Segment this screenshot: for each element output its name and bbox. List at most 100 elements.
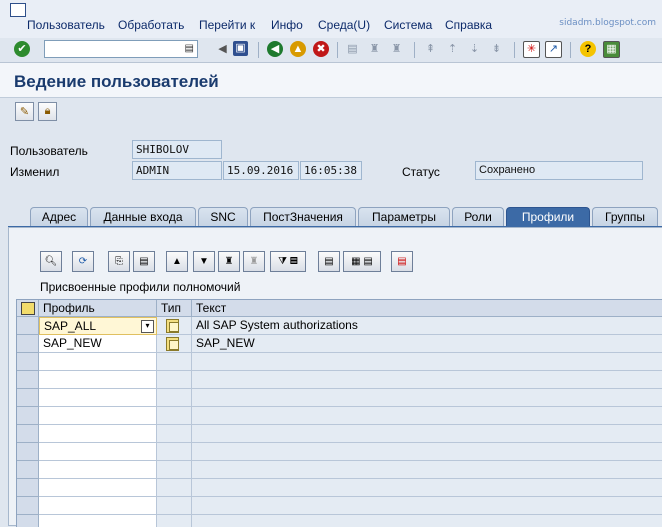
menu-goto[interactable]: Перейти к: [199, 18, 255, 32]
value-help-icon[interactable]: ▾: [141, 320, 154, 333]
cancel-icon[interactable]: ✖: [313, 41, 329, 57]
tab-defaults[interactable]: ПостЗначения: [250, 207, 356, 227]
column-header-text[interactable]: Текст: [192, 300, 662, 317]
toolbar-separator: [414, 42, 415, 58]
row-selector[interactable]: [17, 407, 39, 425]
toolbar-separator: [514, 42, 515, 58]
detail-icon[interactable]: 🔍︎: [40, 251, 62, 272]
toolbar-separator: [337, 42, 338, 58]
export-icon[interactable]: ▦ ▤: [343, 251, 381, 272]
standard-toolbar: ✔ ▤ ◀ ▣ ◀ ▲ ✖ ▤ ♜ ♜ ⇞ ⇡ ⇣ ⇟ ✳ ↗ ? ▦: [0, 38, 662, 63]
title-bar: Ведение пользователей: [0, 63, 662, 98]
profile-type-icon: [166, 337, 179, 351]
menu-environment[interactable]: Среда(U): [318, 18, 370, 32]
row-selector[interactable]: [17, 353, 39, 371]
row-selector[interactable]: [17, 461, 39, 479]
cell-profile[interactable]: [39, 443, 157, 461]
command-field[interactable]: ▤: [44, 40, 198, 58]
menu-user[interactable]: Пользователь: [27, 18, 105, 32]
filter-icon[interactable]: ⧩ ▤: [270, 251, 306, 272]
system-menu-icon[interactable]: [10, 3, 26, 17]
tab-roles[interactable]: Роли: [452, 207, 504, 227]
copy-icon[interactable]: ⎘: [108, 251, 130, 272]
column-header-profile[interactable]: Профиль: [39, 300, 157, 317]
application-toolbar: ✎ 🔒︎: [0, 98, 662, 126]
tab-parameters[interactable]: Параметры: [358, 207, 450, 227]
cell-type: [157, 443, 192, 461]
menu-help[interactable]: Справка: [445, 18, 492, 32]
find-next-icon: ♜: [391, 43, 402, 55]
grid-title: Присвоенные профили полномочий: [40, 280, 241, 294]
row-selector[interactable]: [17, 425, 39, 443]
row-selector[interactable]: [17, 443, 39, 461]
cell-profile[interactable]: [39, 371, 157, 389]
cell-profile[interactable]: [39, 515, 157, 527]
cell-profile[interactable]: [39, 425, 157, 443]
cell-text: All SAP System authorizations: [192, 317, 662, 335]
cell-text: SAP_NEW: [192, 335, 662, 353]
cell-type: [157, 335, 192, 353]
cell-profile[interactable]: [39, 479, 157, 497]
exit-icon[interactable]: ▲: [290, 41, 306, 57]
menu-info[interactable]: Инфо: [271, 18, 303, 32]
row-selector[interactable]: [17, 515, 39, 527]
row-selector[interactable]: [17, 335, 39, 353]
cell-profile[interactable]: [39, 389, 157, 407]
row-selector[interactable]: [17, 479, 39, 497]
column-header-type[interactable]: Тип: [157, 300, 192, 317]
cell-type: [157, 479, 192, 497]
refresh-icon[interactable]: ⟳: [72, 251, 94, 272]
save-icon[interactable]: ▣: [233, 41, 248, 56]
cell-profile[interactable]: [39, 497, 157, 515]
profiles-grid: Профиль Тип Текст SAP_ALL ▾ All SAP System…: [16, 299, 662, 527]
cell-profile[interactable]: SAP_ALL ▾: [39, 317, 157, 335]
back-icon[interactable]: ◀: [267, 41, 283, 57]
enter-icon[interactable]: ✔: [14, 41, 30, 57]
tab-logon-data[interactable]: Данные входа: [90, 207, 196, 227]
back-arrow-small-icon[interactable]: ◀: [214, 41, 231, 58]
changed-by-field: ADMIN: [132, 161, 222, 180]
menu-system[interactable]: Система: [384, 18, 432, 32]
tab-address[interactable]: Адрес: [30, 207, 88, 227]
status-field: Сохранено: [475, 161, 643, 180]
cell-type: [157, 461, 192, 479]
sort-ascending-icon[interactable]: ▲: [166, 251, 188, 272]
row-selector[interactable]: [17, 371, 39, 389]
shortcut-icon[interactable]: ↗: [545, 41, 562, 58]
create-session-icon[interactable]: ✳: [523, 41, 540, 58]
layout-icon[interactable]: ▤: [391, 251, 413, 272]
row-selector[interactable]: [17, 389, 39, 407]
find-icon: ♜: [369, 43, 380, 55]
command-history-icon[interactable]: ▤: [185, 43, 194, 54]
change-display-icon[interactable]: ✎: [15, 102, 34, 121]
tab-groups[interactable]: Группы: [592, 207, 658, 227]
lock-user-icon[interactable]: 🔒︎: [38, 102, 57, 121]
cell-type: [157, 407, 192, 425]
menu-edit[interactable]: Обработать: [118, 18, 184, 32]
find-icon[interactable]: ♜: [218, 251, 240, 272]
next-page-icon: ⇣: [469, 43, 480, 55]
row-selector[interactable]: [17, 317, 39, 335]
tab-profiles[interactable]: Профили: [506, 207, 590, 227]
cell-text: [192, 497, 662, 515]
changed-time-field: 16:05:38: [300, 161, 362, 180]
first-page-icon: ⇞: [425, 43, 436, 55]
tab-snc[interactable]: SNC: [198, 207, 248, 227]
find-next-icon: ♜: [243, 251, 265, 272]
print-preview-icon[interactable]: ▤: [318, 251, 340, 272]
sort-descending-icon[interactable]: ▼: [193, 251, 215, 272]
cell-profile[interactable]: SAP_NEW: [39, 335, 157, 353]
layout-icon[interactable]: ▦: [603, 41, 620, 58]
select-all-icon[interactable]: [17, 300, 39, 317]
cell-profile[interactable]: [39, 407, 157, 425]
profile-type-icon: [166, 319, 179, 333]
status-label: Статус: [402, 165, 440, 179]
row-selector[interactable]: [17, 497, 39, 515]
cell-text: [192, 353, 662, 371]
cell-profile[interactable]: [39, 461, 157, 479]
cell-profile[interactable]: [39, 353, 157, 371]
help-icon[interactable]: ?: [580, 41, 596, 57]
cell-text: [192, 371, 662, 389]
paste-icon[interactable]: ▤: [133, 251, 155, 272]
menu-bar: Пользователь Обработать Перейти к Инфо С…: [0, 0, 662, 39]
